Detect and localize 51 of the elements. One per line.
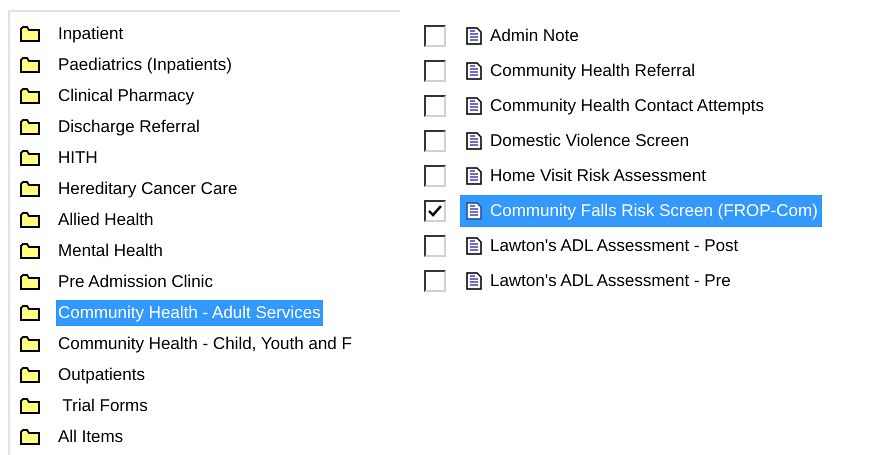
folder-icon <box>20 88 40 104</box>
folder-item[interactable]: Inpatient <box>56 20 126 46</box>
folder-icon <box>20 304 40 320</box>
folder-icon <box>20 366 40 382</box>
form-item[interactable]: Community Health Referral <box>460 54 700 86</box>
checkbox[interactable] <box>424 234 446 256</box>
document-icon <box>466 202 482 220</box>
folder-icon <box>20 56 40 72</box>
folder-item[interactable]: Discharge Referral <box>56 114 202 140</box>
folder-icon <box>20 180 40 196</box>
folder-item[interactable]: Allied Health <box>56 206 156 232</box>
folder-item[interactable]: All Items <box>56 424 126 450</box>
folder-item[interactable]: HITH <box>56 144 100 170</box>
folder-icon <box>20 150 40 166</box>
folder-item[interactable]: Community Health - Child, Youth and F <box>56 330 354 356</box>
checkbox[interactable] <box>424 200 446 222</box>
folder-item[interactable]: Hereditary Cancer Care <box>56 176 240 202</box>
document-icon <box>466 62 482 80</box>
checkbox[interactable] <box>424 164 446 186</box>
folder-icon <box>20 428 40 444</box>
document-icon <box>466 236 482 254</box>
folder-item[interactable]: Outpatients <box>56 362 147 388</box>
checkbox[interactable] <box>424 60 446 82</box>
folder-item[interactable]: Trial Forms <box>56 392 150 418</box>
document-icon <box>466 96 482 114</box>
folder-icon <box>20 336 40 352</box>
folder-icon <box>20 26 40 42</box>
folder-item[interactable]: Paediatrics (Inpatients) <box>56 52 234 78</box>
form-item[interactable]: Lawton's ADL Assessment - Post <box>460 230 742 262</box>
checkbox[interactable] <box>424 130 446 152</box>
form-item[interactable]: Domestic Violence Screen <box>460 124 694 156</box>
form-item[interactable]: Home Visit Risk Assessment <box>460 160 710 192</box>
form-item[interactable]: Admin Note <box>460 20 583 52</box>
checkbox[interactable] <box>424 94 446 116</box>
document-icon <box>466 132 482 150</box>
folder-icon <box>20 118 40 134</box>
folder-item[interactable]: Clinical Pharmacy <box>56 82 196 108</box>
folder-icon <box>20 274 40 290</box>
folder-item[interactable]: Pre Admission Clinic <box>56 268 215 294</box>
folder-icon <box>20 242 40 258</box>
document-icon <box>466 272 482 290</box>
folder-item[interactable]: Mental Health <box>56 238 165 264</box>
folder-icon <box>20 398 40 414</box>
document-icon <box>466 166 482 184</box>
checkbox[interactable] <box>424 270 446 292</box>
document-icon <box>466 26 482 44</box>
folder-icon <box>20 212 40 228</box>
check-icon <box>428 204 442 216</box>
form-item[interactable]: Community Health Contact Attempts <box>460 90 768 122</box>
checkbox[interactable] <box>424 24 446 46</box>
form-item[interactable]: Lawton's ADL Assessment - Pre <box>460 264 735 296</box>
